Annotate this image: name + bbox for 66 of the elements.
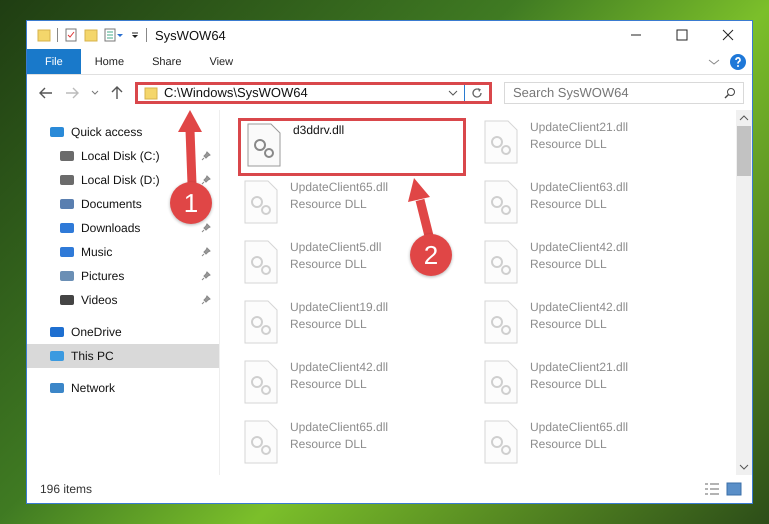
gear-file-icon [484, 120, 518, 164]
sidebar-item[interactable]: Network [27, 376, 219, 400]
search-field[interactable]: Search SysWOW64 [504, 82, 744, 104]
up-arrow-icon[interactable] [111, 86, 123, 100]
pin-icon[interactable] [201, 271, 211, 281]
recent-dropdown-icon[interactable] [91, 90, 99, 96]
nav-icon [59, 293, 75, 307]
nav-icon [59, 269, 75, 283]
nav-icon [59, 197, 75, 211]
sidebar-item[interactable]: Downloads [27, 216, 146, 240]
scroll-up-icon[interactable] [739, 114, 749, 122]
gear-file-icon [244, 420, 278, 464]
gear-file-icon [244, 180, 278, 224]
ribbon-tab[interactable]: File [27, 49, 81, 74]
checklist-icon[interactable] [64, 28, 78, 42]
search-icon [724, 86, 736, 98]
sidebar-item[interactable]: Quick access [27, 120, 219, 144]
sidebar-item[interactable]: Pictures [27, 264, 130, 288]
nav-icon [49, 381, 65, 395]
gear-file-icon [244, 240, 278, 284]
nav-icon [49, 325, 65, 339]
address-bar[interactable]: C:\Windows\SysWOW64 [135, 82, 492, 104]
pin-icon[interactable] [201, 247, 211, 257]
sidebar-item[interactable]: OneDrive [27, 320, 219, 344]
gear-file-icon [484, 240, 518, 284]
nav-icon [59, 149, 75, 163]
gear-file-icon [484, 300, 518, 344]
scrollbar-thumb[interactable] [737, 126, 751, 176]
pin-icon[interactable] [201, 175, 211, 185]
close-icon[interactable] [722, 29, 734, 41]
scroll-down-icon[interactable] [739, 463, 749, 471]
nav-icon [59, 245, 75, 259]
help-icon[interactable] [730, 54, 746, 70]
file-item[interactable]: d3ddrv.dll [238, 118, 466, 176]
sidebar-item[interactable]: Music [27, 240, 118, 264]
sidebar-item[interactable]: Documents [27, 192, 148, 216]
gear-file-icon [484, 420, 518, 464]
sidebar-item[interactable]: Videos [27, 288, 124, 312]
nav-icon [49, 125, 65, 139]
gear-file-icon [484, 360, 518, 404]
chevron-icon[interactable] [708, 56, 720, 66]
nav-icon [59, 221, 75, 235]
nav-icon [59, 173, 75, 187]
pin-icon[interactable] [201, 223, 211, 233]
refresh-icon[interactable] [471, 86, 483, 98]
dropdown-icon[interactable] [448, 88, 458, 96]
callout-arrow [408, 178, 434, 238]
sidebar-item[interactable]: Local Disk (C:) [27, 144, 166, 168]
nav-icon [49, 349, 65, 363]
maximize-icon[interactable] [676, 29, 688, 41]
back-arrow-icon[interactable] [39, 86, 53, 98]
scrollbar[interactable] [736, 110, 752, 475]
gear-file-icon [247, 123, 281, 167]
gear-file-icon [484, 180, 518, 224]
large-icons-view-icon[interactable] [726, 482, 742, 496]
pin-icon[interactable] [201, 151, 211, 161]
sidebar-item[interactable]: This PC [27, 344, 219, 368]
gear-file-icon [244, 360, 278, 404]
details-view-icon[interactable] [704, 482, 720, 496]
window-title: SysWOW64 [155, 28, 226, 42]
item-count: 196 items [40, 482, 92, 496]
folder-icon [144, 86, 158, 100]
gear-file-icon [244, 300, 278, 344]
sidebar-item[interactable]: Local Disk (D:) [27, 168, 166, 192]
properties-icon[interactable] [104, 28, 124, 42]
pin-icon[interactable] [201, 295, 211, 305]
